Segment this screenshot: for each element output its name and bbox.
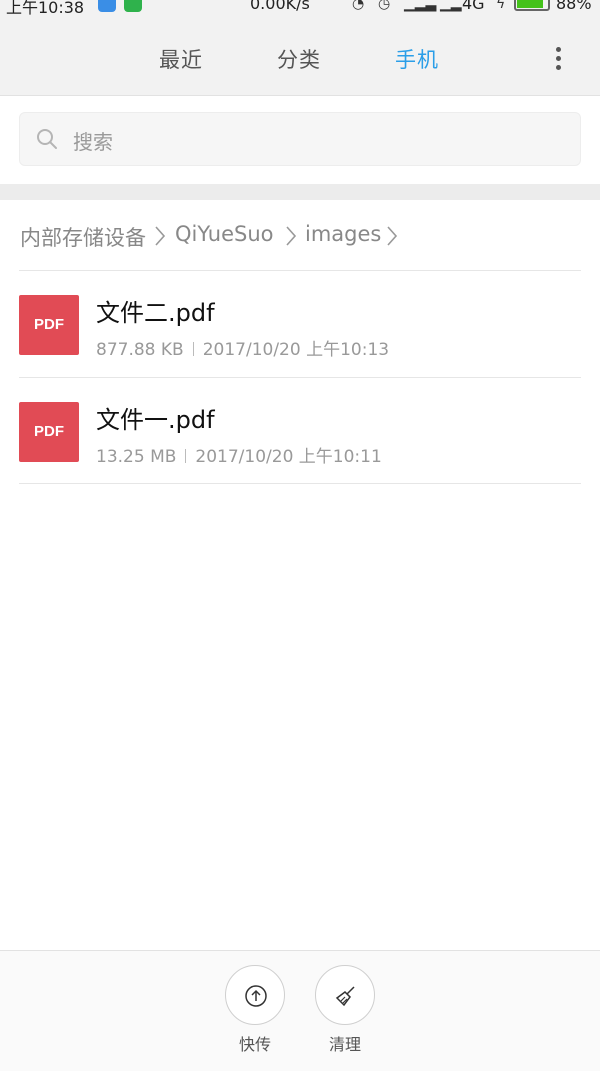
usb-app-icon [98,0,116,12]
upload-circle-icon [245,985,267,1007]
file-date: 2017/10/20 上午10:11 [195,447,382,467]
chevron-right-icon [286,226,297,246]
tab-bar: 最近 分类 手机 [0,40,600,80]
clean-button[interactable]: 清理 [315,965,375,1055]
tab-phone[interactable]: 手机 [395,44,439,74]
file-meta: 877.88 KB 2017/10/20 上午10:13 [96,335,389,360]
file-name: 文件二.pdf [96,299,215,327]
broom-icon [335,986,355,1007]
clean-circle [315,965,375,1025]
mute-bell-icon: ◔ [352,0,365,12]
battery-icon [514,0,550,11]
alarm-icon: ◷ [378,0,391,12]
tab-recent[interactable]: 最近 [159,44,203,74]
status-bar: 上午10:38 0.00K/s ◔ ◷ ▁▂▃ ▁▂ 4G ϟ 88% [0,0,600,18]
file-name: 文件一.pdf [96,406,215,434]
breadcrumb-images[interactable]: images [305,222,381,246]
quick-transfer-button[interactable]: 快传 [225,965,285,1055]
pdf-file-icon: PDF [19,402,79,462]
clean-label: 清理 [328,1035,361,1054]
chat-app-icon [124,0,142,12]
tab-category[interactable]: 分类 [277,44,321,74]
chevron-right-icon [387,226,398,246]
file-row[interactable]: PDF 文件一.pdf 13.25 MB 2017/10/20 上午10:11 [0,378,600,484]
status-time: 上午10:38 [6,0,85,17]
breadcrumb: 内部存储设备 QiYueSuo images [0,200,600,270]
search-icon [37,129,57,149]
file-date: 2017/10/20 上午10:13 [202,340,390,360]
section-divider [0,184,600,200]
more-menu-icon[interactable] [548,44,568,74]
quick-transfer-circle [225,965,285,1025]
signal-icon-2: ▁▂ [440,0,462,12]
file-meta: 13.25 MB 2017/10/20 上午10:11 [96,442,382,467]
file-row[interactable]: PDF 文件二.pdf 877.88 KB 2017/10/20 上午10:13 [0,271,600,377]
network-type: 4G [462,0,485,13]
search-section: 搜索 [0,96,600,184]
battery-percent: 88% [556,0,592,13]
breadcrumb-qiyuesuo[interactable]: QiYueSuo [175,222,274,246]
pdf-file-icon: PDF [19,295,79,355]
list-divider [19,483,581,484]
charging-icon: ϟ [496,0,506,12]
quick-transfer-label: 快传 [238,1035,271,1054]
file-size: 13.25 MB [96,447,177,467]
search-placeholder: 搜索 [73,130,113,154]
bottom-action-bar: 快传 清理 [0,950,600,1071]
network-speed: 0.00K/s [250,0,310,13]
top-header: 上午10:38 0.00K/s ◔ ◷ ▁▂▃ ▁▂ 4G ϟ 88% 最近 分… [0,0,600,96]
breadcrumb-internal-storage[interactable]: 内部存储设备 [20,222,146,252]
search-input[interactable]: 搜索 [19,112,581,166]
chevron-right-icon [155,226,166,246]
file-size: 877.88 KB [96,340,184,360]
signal-icon: ▁▂▃ [404,0,437,12]
